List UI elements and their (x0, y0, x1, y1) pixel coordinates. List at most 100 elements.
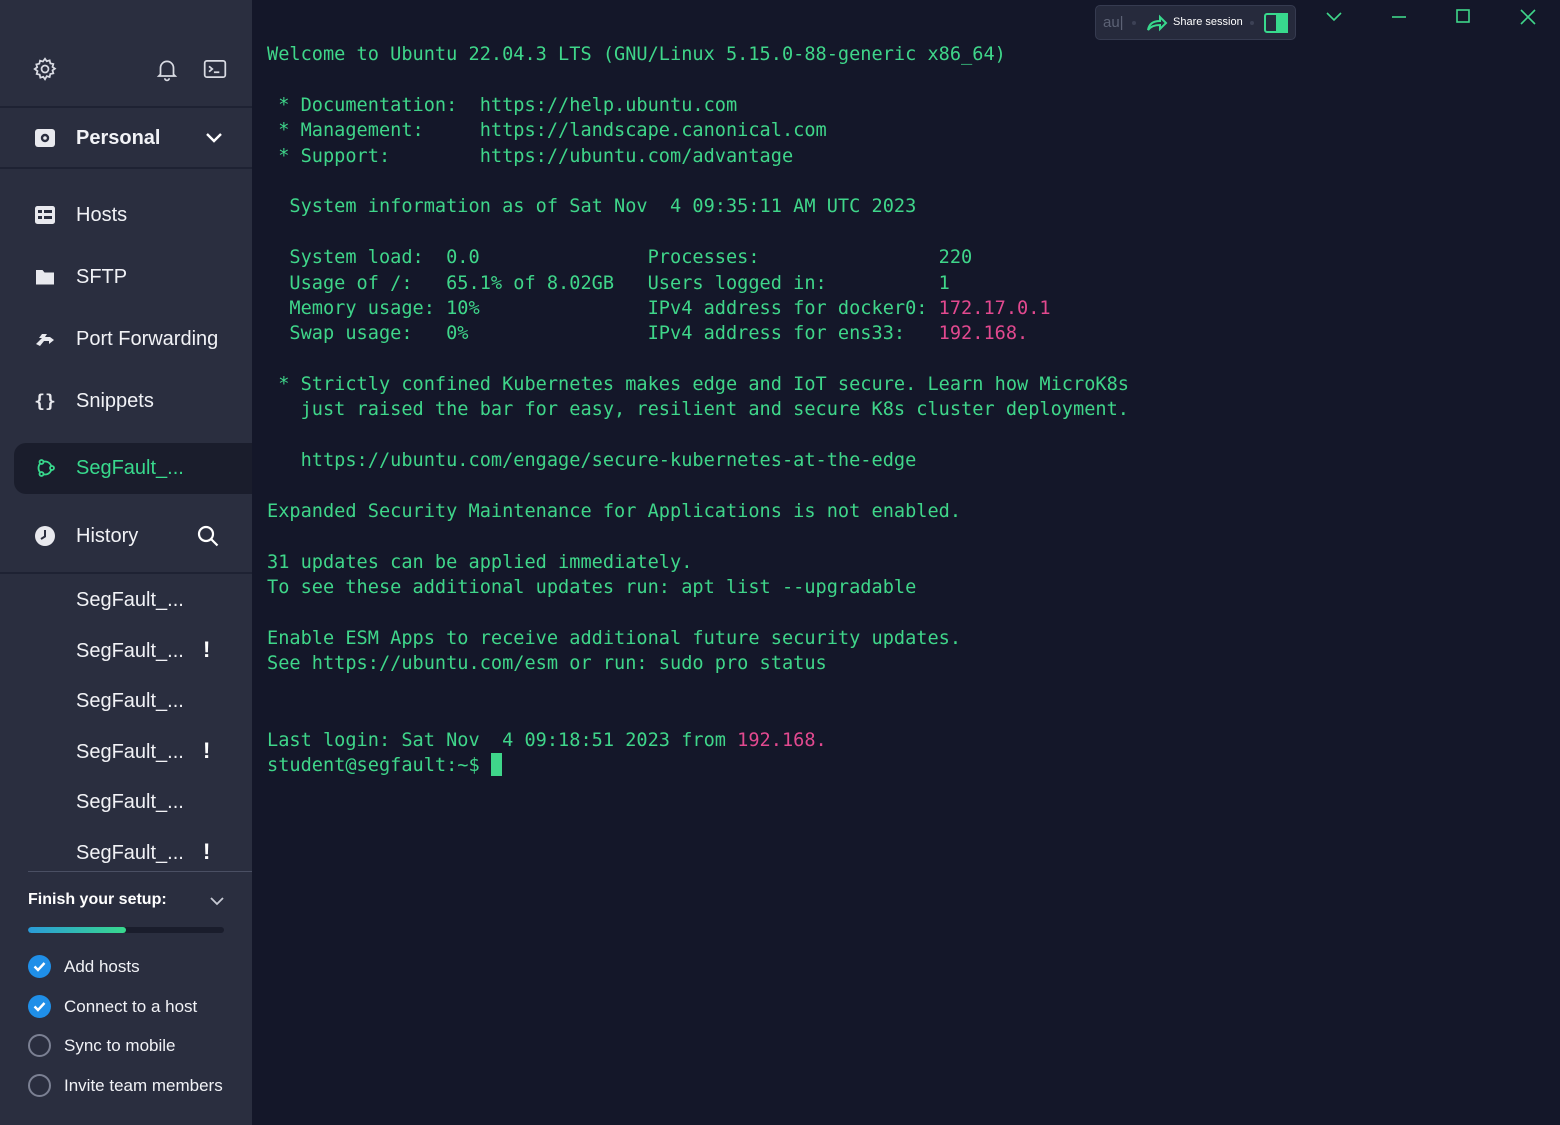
hosts-icon (33, 203, 57, 227)
terminal-text: Welcome to Ubuntu 22.04.3 LTS (GNU/Linux… (267, 44, 1006, 65)
bell-icon[interactable] (154, 56, 180, 82)
vault-icon (33, 126, 57, 150)
terminal-line: Enable ESM Apps to receive additional fu… (267, 626, 1547, 651)
history-item-label: SegFault_... (76, 791, 184, 813)
share-arrow-icon (1146, 13, 1168, 38)
sidebar-item-port-forwarding[interactable]: Port Forwarding (0, 311, 252, 367)
active-host-label: SegFault_... (76, 457, 184, 479)
terminal-line: Swap usage: 0% IPv4 address for ens33: 1… (267, 321, 1547, 346)
split-view-icon[interactable] (1263, 12, 1289, 34)
terminal-line: * Support: https://ubuntu.com/advantage (267, 144, 1547, 169)
history-item[interactable]: SegFault_... (0, 576, 252, 624)
terminal-highlight: 172.17.0.1 (938, 297, 1051, 319)
setup-title: Finish your setup: (28, 891, 167, 908)
session-toolbar: au| Share session (1095, 5, 1296, 40)
history-item[interactable]: SegFault_... ! (0, 728, 252, 776)
terminal-line: * Documentation: https://help.ubuntu.com (267, 93, 1547, 118)
terminal-line: Expanded Security Maintenance for Applic… (267, 499, 1547, 524)
terminal-highlight: 192.168. (938, 323, 1029, 345)
terminal-line: 31 updates can be applied immediately. (267, 550, 1547, 575)
separator-dot (1132, 21, 1136, 25)
sidebar-item-history[interactable]: History (0, 508, 252, 564)
setup-checklist: Finish your setup: Add hosts Connect to … (0, 872, 252, 1125)
toolbar-input[interactable]: au| (1103, 14, 1124, 31)
sidebar-item-sftp[interactable]: SFTP (0, 249, 252, 305)
sidebar: Personal Hosts SFTP Port Forwarding {} S… (0, 0, 252, 1125)
setup-task-label: Connect to a host (64, 997, 198, 1016)
gear-icon[interactable] (32, 56, 58, 82)
search-icon[interactable] (196, 524, 220, 553)
setup-task-invite-team[interactable]: Invite team members (28, 1071, 243, 1101)
terminal-pane[interactable]: Welcome to Ubuntu 22.04.3 LTS (GNU/Linux… (252, 0, 1560, 1125)
minimize-icon[interactable] (1384, 4, 1414, 30)
terminal-text: Enable ESM Apps to receive additional fu… (267, 627, 962, 649)
terminal-text: Expanded Security Maintenance for Applic… (267, 501, 962, 523)
share-session-label: Share session (1173, 16, 1243, 28)
setup-task-label: Invite team members (64, 1076, 223, 1095)
history-item[interactable]: SegFault_... (0, 778, 252, 826)
terminal-text: Memory usage: 10% IPv4 address for docke… (267, 297, 939, 319)
setup-task-add-hosts[interactable]: Add hosts (28, 952, 243, 982)
port-forwarding-icon (33, 327, 57, 351)
terminal-output: Welcome to Ubuntu 22.04.3 LTS (GNU/Linux… (267, 42, 1547, 778)
close-icon[interactable] (1513, 4, 1543, 30)
check-icon (28, 1034, 51, 1057)
terminal-icon[interactable] (202, 56, 228, 82)
history-item[interactable]: SegFault_... ! (0, 627, 252, 675)
sidebar-item-snippets[interactable]: {} Snippets (0, 373, 252, 429)
setup-task-label: Sync to mobile (64, 1036, 176, 1055)
chevron-down-icon[interactable] (207, 891, 227, 911)
warning-icon: ! (203, 839, 211, 864)
warning-icon: ! (203, 738, 211, 763)
history-item-label: SegFault_... (76, 589, 184, 611)
setup-progress-fill (28, 927, 126, 933)
check-icon (28, 955, 51, 978)
chevron-down-icon[interactable] (204, 130, 224, 151)
terminal-text: * Support: https://ubuntu.com/advantage (267, 145, 794, 167)
setup-task-sync-mobile[interactable]: Sync to mobile (28, 1031, 243, 1061)
history-item[interactable]: SegFault_... ! (0, 829, 252, 877)
terminal-text: System information as of Sat Nov 4 09:35… (267, 196, 917, 218)
setup-task-connect[interactable]: Connect to a host (28, 992, 243, 1022)
terminal-highlight: 192.168. (737, 729, 827, 751)
check-icon (28, 995, 51, 1018)
terminal-text: * Strictly confined Kubernetes makes edg… (267, 374, 1129, 396)
history-item-label: SegFault_... (76, 842, 184, 864)
sidebar-item-hosts[interactable]: Hosts (0, 187, 252, 243)
setup-progress-bar (28, 927, 224, 933)
vault-selector[interactable]: Personal (0, 110, 252, 166)
terminal-text: Usage of /: 65.1% of 8.02GB Users logged… (267, 272, 950, 294)
terminal-text: 31 updates can be applied immediately. (267, 551, 693, 573)
terminal-text: student@segfault:~$ (267, 754, 491, 776)
terminal-text: https://ubuntu.com/engage/secure-kuberne… (267, 450, 917, 472)
terminal-text: System load: 0.0 Processes: 220 (267, 247, 973, 269)
sidebar-item-active-host[interactable]: SegFault_... (14, 443, 252, 494)
terminal-line: System information as of Sat Nov 4 09:35… (267, 194, 1547, 219)
terminal-text: See https://ubuntu.com/esm or run: sudo … (267, 653, 827, 675)
divider (0, 106, 252, 108)
sidebar-item-label: Port Forwarding (76, 327, 219, 350)
separator-dot (1250, 21, 1254, 25)
maximize-icon[interactable] (1448, 4, 1478, 30)
terminal-line: Memory usage: 10% IPv4 address for docke… (267, 296, 1547, 321)
terminal-line: System load: 0.0 Processes: 220 (267, 245, 1547, 270)
terminal-line: https://ubuntu.com/engage/secure-kuberne… (267, 448, 1547, 473)
sidebar-top-icons (0, 0, 252, 107)
history-item-label: SegFault_... (76, 690, 184, 712)
history-item[interactable]: SegFault_... (0, 677, 252, 725)
chevron-down-icon[interactable] (1319, 4, 1349, 30)
terminal-text: * Management: https://landscape.canonica… (267, 120, 827, 142)
clock-icon (33, 524, 57, 548)
terminal-line: just raised the bar for easy, resilient … (267, 397, 1547, 422)
terminal-line: * Strictly confined Kubernetes makes edg… (267, 372, 1547, 397)
share-session-button[interactable]: Share session (1144, 12, 1256, 34)
terminal-line: Usage of /: 65.1% of 8.02GB Users logged… (267, 271, 1547, 296)
terminal-line: * Management: https://landscape.canonica… (267, 118, 1547, 143)
warning-icon: ! (203, 637, 211, 662)
terminal-text: Swap usage: 0% IPv4 address for ens33: (267, 323, 939, 345)
history-item-label: SegFault_... (76, 741, 184, 763)
